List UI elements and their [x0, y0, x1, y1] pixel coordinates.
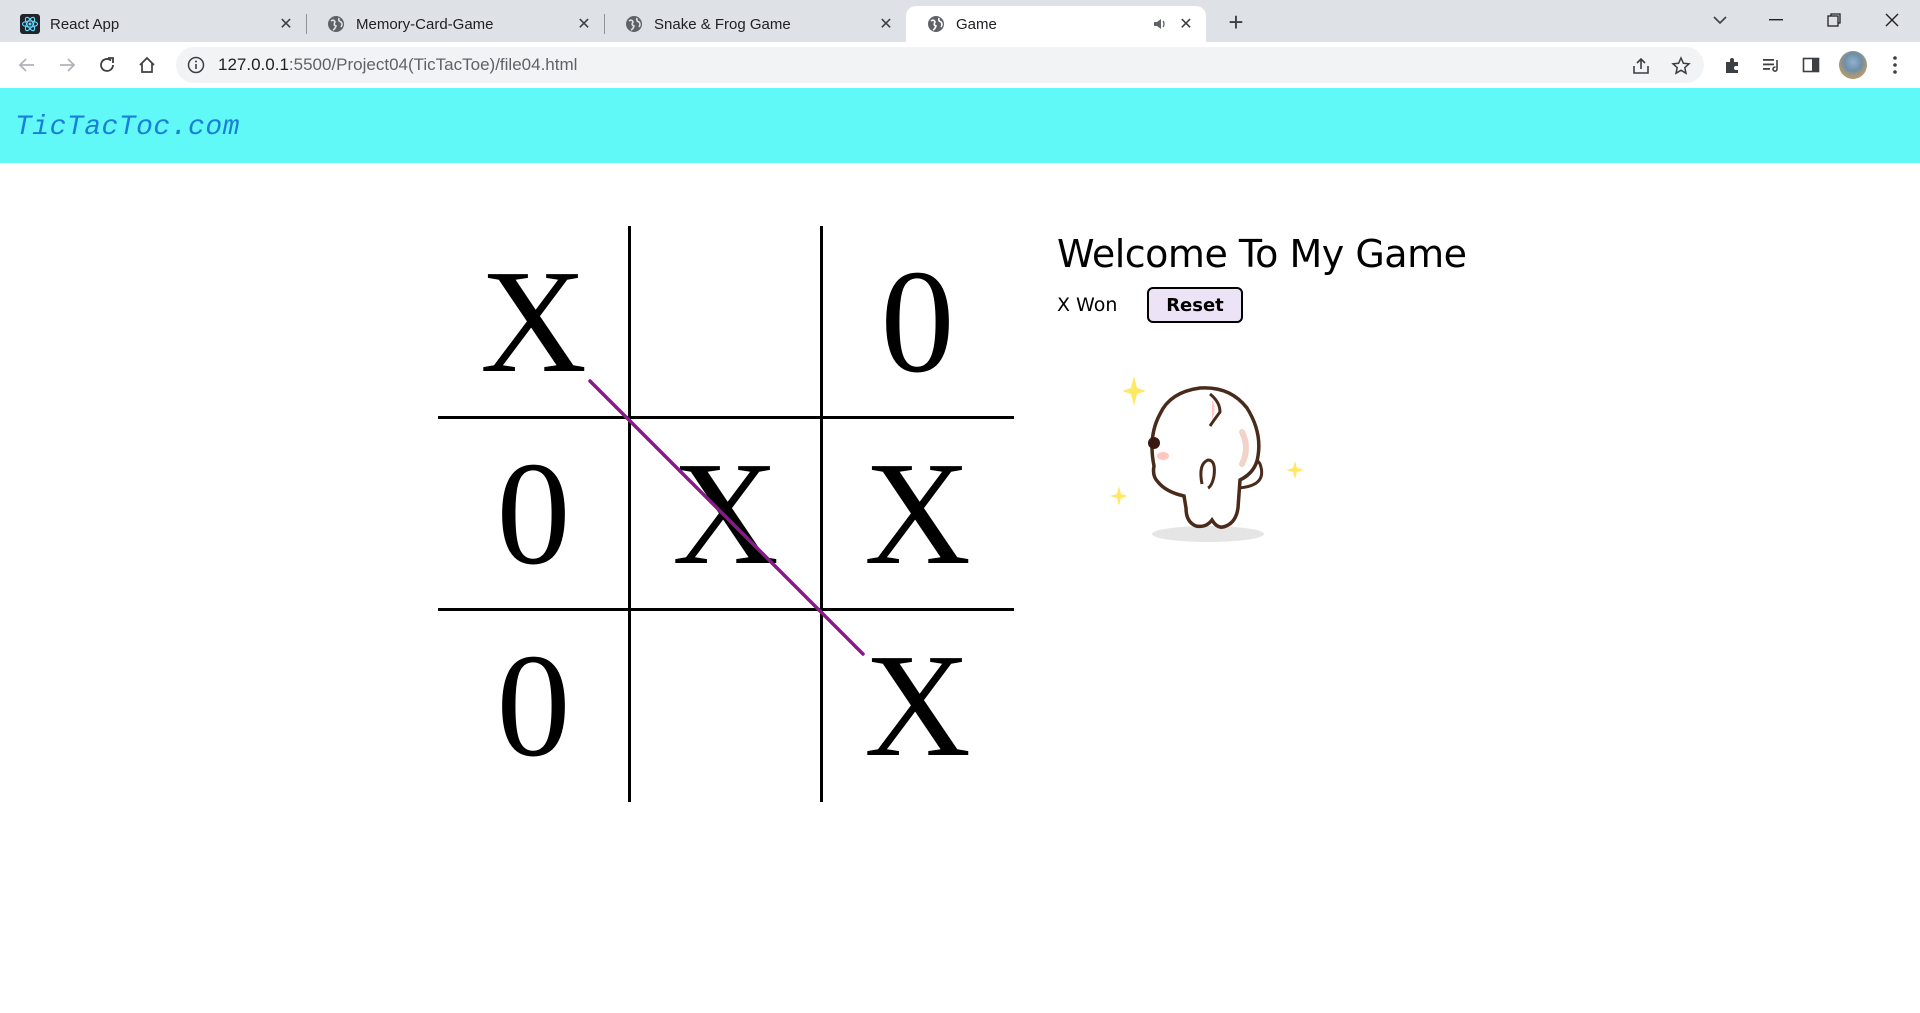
tab-snake-frog-game[interactable]: Snake & Frog Game ✕ — [604, 6, 906, 42]
home-icon[interactable] — [132, 50, 162, 80]
tab-memory-card-game[interactable]: Memory-Card-Game ✕ — [306, 6, 605, 42]
close-icon[interactable]: ✕ — [1174, 12, 1198, 36]
game-status: X Won — [1057, 294, 1118, 316]
back-icon[interactable] — [12, 50, 42, 80]
page-title: Welcome To My Game — [1057, 232, 1467, 276]
mascot-blush — [1157, 452, 1169, 460]
info-icon[interactable] — [186, 55, 206, 75]
sparkle-icon — [1110, 486, 1128, 506]
tab-game[interactable]: Game ✕ — [906, 6, 1206, 42]
cat-mascot-illustration — [1110, 376, 1304, 542]
game-board: X 0 0 X X 0 X — [438, 226, 1014, 802]
restore-icon[interactable] — [1814, 6, 1854, 34]
minimize-icon[interactable] — [1756, 6, 1796, 34]
window-close-icon[interactable] — [1872, 6, 1912, 34]
close-icon[interactable]: ✕ — [572, 12, 596, 36]
url-host: 127.0.0.1 — [218, 55, 289, 74]
reset-button[interactable]: Reset — [1147, 287, 1243, 323]
close-icon[interactable]: ✕ — [274, 12, 298, 36]
close-icon[interactable]: ✕ — [874, 12, 898, 36]
win-line-stroke — [588, 379, 865, 656]
mascot-eye — [1148, 437, 1160, 449]
menu-kebab-icon[interactable] — [1880, 50, 1910, 80]
address-bar[interactable]: 127.0.0.1:5500/Project04(TicTacToe)/file… — [176, 47, 1704, 83]
bookmark-star-icon[interactable] — [1670, 55, 1692, 77]
new-tab-button[interactable]: + — [1222, 7, 1250, 37]
sparkle-icon — [1286, 461, 1304, 479]
tab-title: Game — [956, 15, 997, 33]
profile-avatar[interactable] — [1838, 50, 1868, 80]
globe-icon — [926, 14, 946, 34]
speaker-icon[interactable] — [1150, 17, 1170, 31]
site-brand[interactable]: TicTacToc.com — [15, 112, 240, 143]
globe-icon — [624, 14, 644, 34]
reload-icon[interactable] — [92, 50, 122, 80]
tab-title: React App — [50, 15, 120, 33]
share-icon[interactable] — [1630, 55, 1652, 77]
forward-icon[interactable] — [52, 50, 82, 80]
tab-react-app[interactable]: React App ✕ — [0, 6, 307, 42]
side-panel-icon[interactable] — [1796, 50, 1826, 80]
browser-toolbar: 127.0.0.1:5500/Project04(TicTacToe)/file… — [0, 42, 1920, 89]
site-header: TicTacToc.com — [0, 88, 1920, 163]
media-control-icon[interactable] — [1756, 50, 1786, 80]
url-path: :5500/Project04(TicTacToe)/file04.html — [288, 55, 578, 74]
tab-title: Memory-Card-Game — [356, 15, 494, 33]
avatar — [1839, 51, 1867, 79]
mascot-shadow — [1152, 526, 1264, 542]
url-text[interactable]: 127.0.0.1:5500/Project04(TicTacToe)/file… — [218, 55, 577, 75]
win-line — [588, 379, 865, 656]
tab-search-icon[interactable] — [1700, 6, 1740, 34]
tab-strip: React App ✕ Memory-Card-Game ✕ Snake & F… — [0, 0, 1920, 42]
extensions-icon[interactable] — [1718, 50, 1748, 80]
sparkle-icon — [1122, 376, 1146, 406]
globe-icon — [326, 14, 346, 34]
react-icon — [20, 14, 40, 34]
tab-title: Snake & Frog Game — [654, 15, 791, 33]
